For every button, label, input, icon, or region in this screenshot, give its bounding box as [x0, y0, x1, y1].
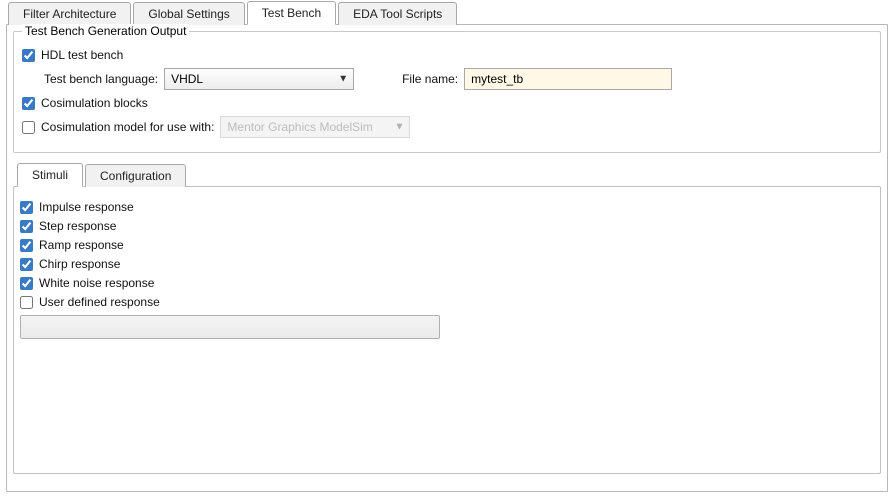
label-hdl-test-bench: HDL test bench — [41, 48, 123, 62]
row-tb-lang-file: Test bench language: VHDL ▼ File name: — [44, 68, 872, 90]
checkbox-cosim-model[interactable] — [22, 121, 35, 134]
tab-panel-test-bench: Test Bench Generation Output HDL test be… — [6, 24, 888, 492]
label-file-name: File name: — [402, 72, 458, 86]
fieldset-test-bench-output: Test Bench Generation Output HDL test be… — [13, 31, 881, 153]
tab-configuration[interactable]: Configuration — [85, 164, 186, 187]
label-user-defined-response: User defined response — [39, 295, 160, 309]
row-white-noise: White noise response — [20, 276, 874, 290]
row-cosim-blocks: Cosimulation blocks — [22, 96, 872, 110]
label-white-noise-response: White noise response — [39, 276, 154, 290]
label-cosim-blocks: Cosimulation blocks — [41, 96, 148, 110]
label-cosim-model: Cosimulation model for use with: — [41, 120, 214, 134]
panel-stimuli: Impulse response Step response Ramp resp… — [13, 186, 881, 474]
tab-stimuli[interactable]: Stimuli — [17, 163, 83, 187]
row-hdl-test-bench: HDL test bench — [22, 48, 872, 62]
checkbox-step-response[interactable] — [20, 220, 33, 233]
row-user-defined: User defined response — [20, 295, 874, 309]
fieldset-legend: Test Bench Generation Output — [22, 24, 189, 38]
checkbox-user-defined-response[interactable] — [20, 296, 33, 309]
label-chirp-response: Chirp response — [39, 257, 120, 271]
tab-test-bench[interactable]: Test Bench — [247, 1, 336, 25]
tab-filter-architecture[interactable]: Filter Architecture — [8, 2, 131, 25]
select-tb-language[interactable]: VHDL — [164, 68, 354, 90]
row-impulse: Impulse response — [20, 200, 874, 214]
dialog-root: Filter Architecture Global Settings Test… — [0, 0, 894, 501]
row-chirp: Chirp response — [20, 257, 874, 271]
select-cosim-model: Mentor Graphics ModelSim — [220, 116, 410, 138]
label-ramp-response: Ramp response — [39, 238, 124, 252]
label-tb-language: Test bench language: — [44, 72, 158, 86]
checkbox-chirp-response[interactable] — [20, 258, 33, 271]
input-file-name[interactable] — [464, 68, 672, 90]
tab-eda-tool-scripts[interactable]: EDA Tool Scripts — [338, 2, 457, 25]
row-ramp: Ramp response — [20, 238, 874, 252]
inner-tab-row: Stimuli Configuration — [13, 163, 881, 186]
row-step: Step response — [20, 219, 874, 233]
checkbox-ramp-response[interactable] — [20, 239, 33, 252]
checkbox-hdl-test-bench[interactable] — [22, 49, 35, 62]
checkbox-white-noise-response[interactable] — [20, 277, 33, 290]
tab-global-settings[interactable]: Global Settings — [133, 2, 244, 25]
stimuli-list: Impulse response Step response Ramp resp… — [20, 200, 874, 339]
main-tab-row: Filter Architecture Global Settings Test… — [0, 0, 894, 24]
label-step-response: Step response — [39, 219, 116, 233]
checkbox-impulse-response[interactable] — [20, 201, 33, 214]
row-cosim-model: Cosimulation model for use with: Mentor … — [22, 116, 872, 138]
select-wrap-tb-language: VHDL ▼ — [164, 68, 354, 90]
checkbox-cosim-blocks[interactable] — [22, 97, 35, 110]
select-wrap-cosim-model: Mentor Graphics ModelSim ▼ — [220, 116, 410, 138]
label-impulse-response: Impulse response — [39, 200, 134, 214]
input-user-defined-path — [20, 315, 440, 339]
